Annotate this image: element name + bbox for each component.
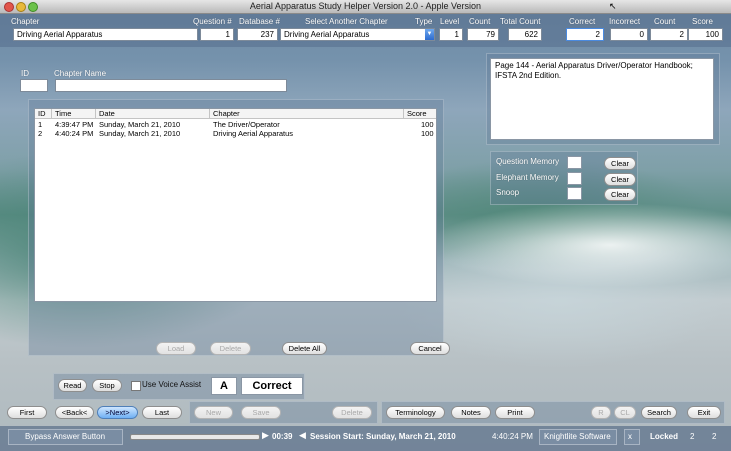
- x-button-label: x: [628, 432, 632, 441]
- exit-button[interactable]: Exit: [687, 406, 721, 419]
- snoop-label: Snoop: [496, 188, 520, 197]
- cell-id: 2: [38, 129, 43, 138]
- print-button[interactable]: Print: [495, 406, 535, 419]
- dropdown-arrow-icon[interactable]: ▼: [425, 29, 434, 40]
- cancel-button[interactable]: Cancel: [410, 342, 450, 355]
- question-memory-label: Question Memory: [496, 157, 560, 166]
- cell-date: Sunday, March 21, 2010: [99, 129, 181, 138]
- count-label: Count: [469, 17, 491, 26]
- incorrect-label: Incorrect: [609, 17, 641, 26]
- question-label: Question #: [193, 17, 232, 26]
- session-time: 4:40:24 PM: [492, 432, 533, 441]
- id-label: ID: [21, 69, 29, 78]
- load-button[interactable]: Load: [156, 342, 196, 355]
- cell-id: 1: [38, 120, 43, 129]
- delete-record-button[interactable]: Delete: [210, 342, 251, 355]
- chapter-select-value: Driving Aerial Apparatus: [284, 30, 370, 39]
- cell-time: 4:39:47 PM: [55, 120, 94, 129]
- database-label: Database #: [239, 17, 280, 26]
- chapter-name-label: Chapter Name: [54, 69, 107, 78]
- read-button[interactable]: Read: [58, 379, 87, 392]
- column-header-id[interactable]: ID: [35, 109, 52, 119]
- first-button[interactable]: First: [7, 406, 47, 419]
- result-box: Correct: [241, 377, 303, 395]
- cell-time: 4:40:24 PM: [55, 129, 94, 138]
- count2-label: Count: [654, 17, 676, 26]
- bypass-answer-label: Bypass Answer Button: [25, 432, 106, 441]
- count-field[interactable]: 79: [467, 28, 499, 41]
- cl-button[interactable]: CL: [614, 406, 636, 419]
- chapter-select[interactable]: Driving Aerial Apparatus ▼: [280, 28, 435, 41]
- mouse-cursor-icon: ↖: [609, 1, 617, 11]
- count2-field[interactable]: 2: [650, 28, 688, 41]
- window-title: Aerial Apparatus Study Helper Version 2.…: [249, 1, 482, 11]
- next-button[interactable]: >Next>: [97, 406, 138, 419]
- correct-field[interactable]: 2: [566, 28, 604, 41]
- cell-chapter: The Driver/Operator: [213, 120, 280, 129]
- elephant-memory-label: Elephant Memory: [496, 173, 559, 182]
- delete-all-button[interactable]: Delete All: [282, 342, 327, 355]
- voice-assist-label: Use Voice Assist: [142, 380, 202, 389]
- play-icon[interactable]: ▶: [262, 430, 269, 441]
- total-count-field[interactable]: 622: [508, 28, 542, 41]
- back-button[interactable]: <Back<: [55, 406, 94, 419]
- column-header-chapter[interactable]: Chapter: [210, 109, 404, 119]
- title-bar: Aerial Apparatus Study Helper Version 2.…: [0, 0, 731, 14]
- last-button[interactable]: Last: [142, 406, 182, 419]
- vendor-label: Knightlite Software: [544, 432, 611, 441]
- database-field[interactable]: 237: [237, 28, 278, 41]
- locked-status: Locked: [650, 432, 679, 441]
- cell-chapter: Driving Aerial Apparatus: [213, 129, 294, 138]
- column-header-time[interactable]: Time: [52, 109, 96, 119]
- r-button[interactable]: R: [591, 406, 611, 419]
- level-field[interactable]: 1: [439, 28, 463, 41]
- cell-score: 100: [421, 129, 434, 138]
- elephant-memory-box[interactable]: [567, 172, 582, 185]
- session-start-label: Session Start: Sunday, March 21, 2010: [310, 432, 456, 441]
- terminology-button[interactable]: Terminology: [386, 406, 445, 419]
- rewind-icon[interactable]: ◀: [299, 430, 306, 441]
- chapter-name-field[interactable]: [55, 79, 287, 92]
- correct-label: Correct: [569, 17, 596, 26]
- chapter-field[interactable]: Driving Aerial Apparatus: [13, 28, 198, 41]
- voice-progress-bar[interactable]: [130, 434, 260, 440]
- timer-label: 00:39: [272, 432, 293, 441]
- column-header-date[interactable]: Date: [96, 109, 210, 119]
- delete-button[interactable]: Delete: [332, 406, 372, 419]
- total-count-label: Total Count: [500, 17, 541, 26]
- question-memory-box[interactable]: [567, 156, 582, 169]
- x-box[interactable]: [624, 429, 640, 445]
- clear-question-memory-button[interactable]: Clear: [604, 157, 636, 170]
- stop-button[interactable]: Stop: [92, 379, 122, 392]
- select-chapter-label: Select Another Chapter: [305, 17, 388, 26]
- notes-button[interactable]: Notes: [451, 406, 491, 419]
- type-label: Type: [415, 17, 433, 26]
- level-label: Level: [440, 17, 460, 26]
- column-header-score[interactable]: Score: [404, 109, 436, 119]
- voice-assist-checkbox[interactable]: [131, 381, 141, 391]
- status-number-2: 2: [712, 432, 717, 441]
- question-field[interactable]: 1: [200, 28, 234, 41]
- reference-text[interactable]: Page 144 - Aerial Apparatus Driver/Opera…: [490, 58, 714, 140]
- search-button[interactable]: Search: [641, 406, 677, 419]
- clear-elephant-memory-button[interactable]: Clear: [604, 173, 636, 186]
- score-field[interactable]: 100: [688, 28, 723, 41]
- incorrect-field[interactable]: 0: [610, 28, 648, 41]
- new-button[interactable]: New: [194, 406, 233, 419]
- snoop-box[interactable]: [567, 187, 582, 200]
- status-number-1: 2: [690, 432, 695, 441]
- cell-date: Sunday, March 21, 2010: [99, 120, 181, 129]
- answer-box: A: [211, 377, 237, 395]
- score-label: Score: [692, 17, 713, 26]
- id-field[interactable]: [20, 79, 48, 92]
- chapter-label: Chapter: [11, 17, 40, 26]
- cell-score: 100: [421, 120, 434, 129]
- clear-snoop-button[interactable]: Clear: [604, 188, 636, 201]
- history-table[interactable]: ID Time Date Chapter Score 1 4:39:47 PM …: [34, 108, 437, 302]
- save-button[interactable]: Save: [241, 406, 281, 419]
